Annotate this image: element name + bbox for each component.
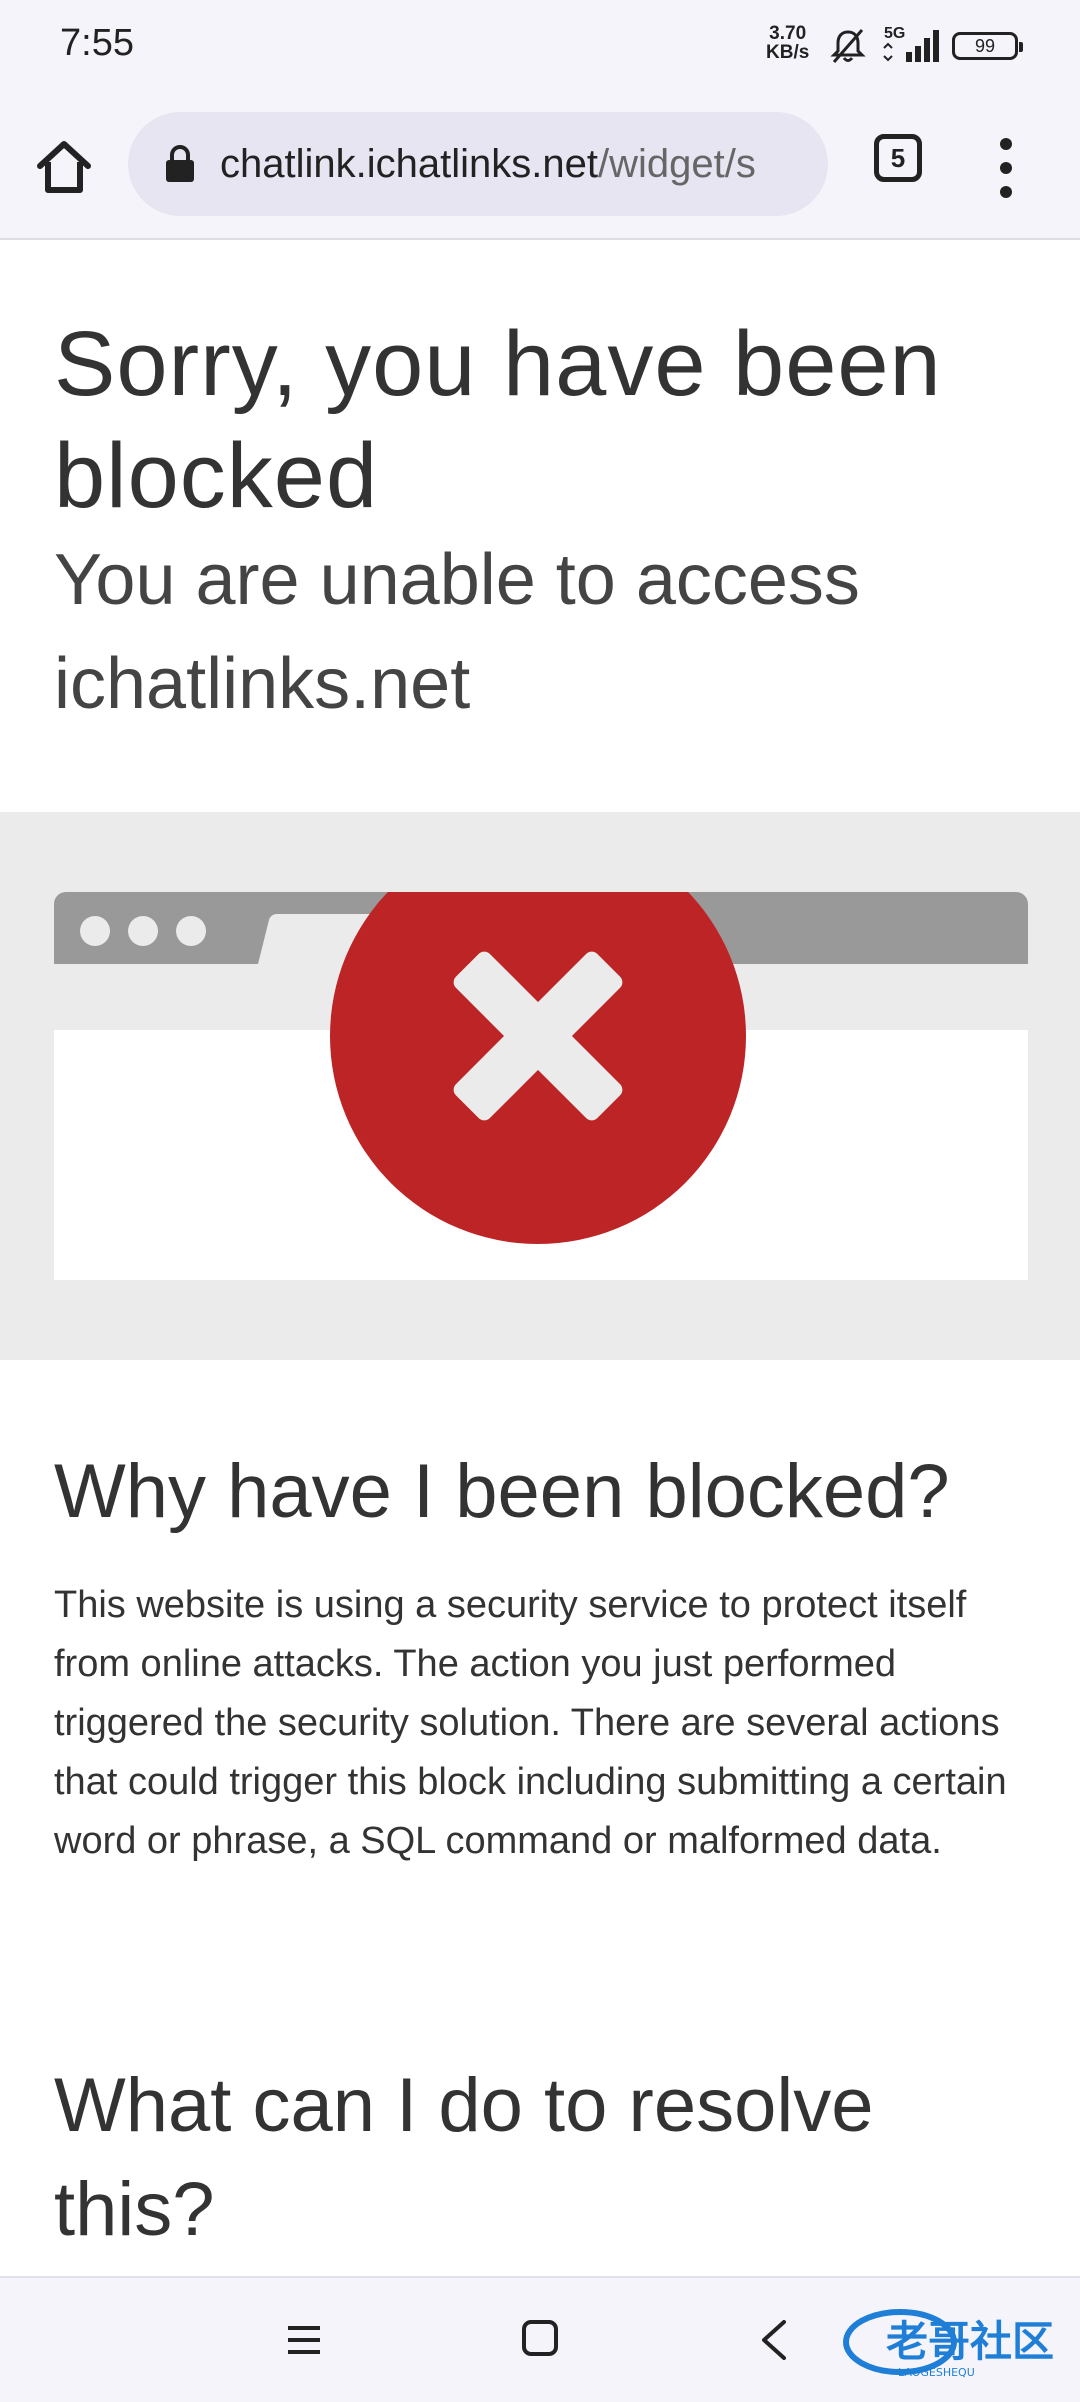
watermark-subtext: LAOGESHEQU: [898, 2366, 975, 2379]
window-dot: [128, 916, 158, 946]
lock-icon: [166, 145, 194, 182]
status-bar: 7:55 3.70 KB/s 5G 99: [0, 0, 1080, 96]
url-host: chatlink.ichatlinks.net: [220, 142, 598, 186]
battery-indicator: 99: [952, 32, 1023, 60]
url-bar[interactable]: chatlink.ichatlinks.net/widget/s: [128, 112, 828, 216]
page-title: Sorry, you have been blocked: [54, 313, 942, 527]
signal-icon: 5G: [883, 25, 939, 62]
resolve-heading: What can I do to resolve this?: [54, 2063, 874, 2252]
network-speed-unit: KB/s: [766, 42, 810, 63]
tab-switcher-icon[interactable]: 5: [874, 134, 922, 182]
url-path: /widget/s: [597, 142, 756, 186]
network-speed-value: 3.70: [769, 23, 807, 44]
nav-menu-icon[interactable]: [284, 2320, 324, 2360]
more-vert-icon[interactable]: [982, 130, 1030, 206]
why-blocked-text: This website is using a security service…: [54, 1584, 1007, 1862]
browser-toolbar: chatlink.ichatlinks.net/widget/s 5: [0, 96, 1080, 240]
error-x-icon: [330, 892, 746, 1244]
watermark-text: 老哥社区: [886, 2317, 1054, 2366]
why-blocked-heading: Why have I been blocked?: [54, 1449, 950, 1534]
network-speed: 3.70 KB/s: [766, 24, 809, 62]
window-dot: [176, 916, 206, 946]
window-dot: [80, 916, 110, 946]
nav-home-icon[interactable]: [520, 2318, 560, 2358]
page-subtitle: You are unable to access ichatlinks.net: [54, 540, 860, 724]
network-type: 5G: [884, 25, 905, 42]
blocked-illustration: [0, 812, 1080, 1360]
nav-back-icon[interactable]: [756, 2318, 792, 2362]
mute-icon: [830, 29, 866, 63]
system-nav-bar: 老哥社区 LAOGESHEQU: [0, 2276, 1080, 2402]
home-icon[interactable]: [28, 132, 100, 204]
watermark-logo: 老哥社区 LAOGESHEQU: [843, 2309, 1054, 2379]
status-time: 7:55: [60, 22, 134, 64]
url-text: chatlink.ichatlinks.net/widget/s: [220, 138, 820, 190]
